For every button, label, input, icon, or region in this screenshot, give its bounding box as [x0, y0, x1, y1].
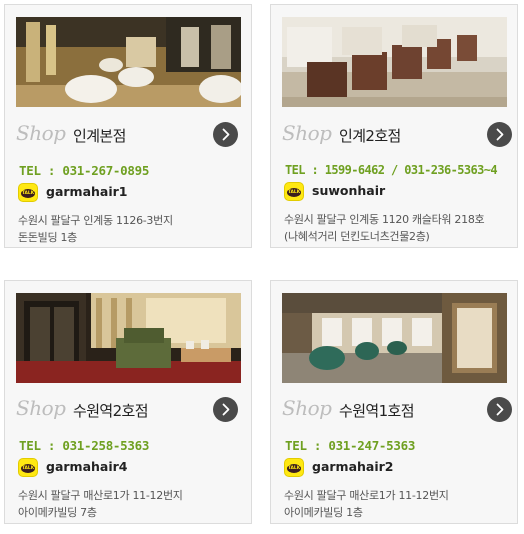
- store-photo: [16, 293, 241, 383]
- kakao-id: garmahair1: [46, 184, 128, 199]
- chevron-right-icon: [222, 128, 230, 141]
- chevron-right-icon: [496, 128, 504, 141]
- store-photo: [282, 293, 507, 383]
- chevron-right-icon: [496, 403, 504, 416]
- kakaotalk-icon: TALK: [284, 458, 304, 477]
- store-photo: [282, 17, 507, 107]
- store-info: Shop 인계2호점 TEL : 1599-6462 / 031-236-536…: [282, 115, 518, 245]
- kakaotalk-icon: TALK: [18, 183, 38, 202]
- store-name: 수원역1호점: [339, 402, 415, 420]
- kakao-row: TALK garmahair2: [282, 457, 518, 479]
- store-title-row: Shop 수원역1호점: [282, 390, 518, 424]
- store-detail-button[interactable]: [213, 122, 238, 147]
- store-address: 수원시 팔달구 인계동 1120 캐슬타워 218호 (나혜석거리 던킨도너츠건…: [282, 211, 518, 245]
- store-address: 수원시 팔달구 인계동 1126-3번지 돈돈빌딩 1층: [16, 212, 246, 246]
- kakaotalk-icon: TALK: [18, 458, 38, 477]
- kakao-badge-text: TALK: [287, 464, 301, 473]
- store-name: 수원역2호점: [73, 402, 149, 420]
- shop-label: Shop: [282, 121, 332, 145]
- address-line-2: 아이메카빌딩 7층: [18, 506, 97, 519]
- kakaotalk-icon: TALK: [284, 182, 304, 201]
- store-name: 인계2호점: [339, 127, 401, 145]
- store-name: 인계본점: [73, 127, 126, 145]
- store-info: Shop 수원역2호점 TEL : 031-258-5363 TALK garm…: [16, 390, 246, 521]
- shop-label: Shop: [16, 396, 66, 420]
- address-line-1: 수원시 팔달구 인계동 1120 캐슬타워 218호: [284, 213, 485, 226]
- store-tel: TEL : 031-247-5363: [285, 438, 416, 453]
- kakao-id: suwonhair: [312, 183, 386, 198]
- shop-label: Shop: [282, 396, 332, 420]
- address-line-1: 수원시 팔달구 매산로1가 11-12번지: [284, 489, 449, 502]
- kakao-badge-text: TALK: [287, 188, 301, 197]
- address-line-2: 아이메카빌딩 1층: [284, 506, 363, 519]
- kakao-row: TALK suwonhair: [282, 181, 518, 203]
- store-title-row: Shop 수원역2호점: [16, 390, 246, 424]
- store-photo: [16, 17, 241, 107]
- store-detail-button[interactable]: [487, 122, 512, 147]
- store-detail-button[interactable]: [487, 397, 512, 422]
- kakao-row: TALK garmahair4: [16, 457, 246, 479]
- kakao-id: garmahair4: [46, 459, 128, 474]
- store-title-row: Shop 인계2호점: [282, 115, 518, 149]
- store-tel: TEL : 031-267-0895: [19, 163, 150, 178]
- store-info: Shop 수원역1호점 TEL : 031-247-5363 TALK garm…: [282, 390, 518, 521]
- address-line-2: (나혜석거리 던킨도너츠건물2층): [284, 230, 430, 243]
- store-address: 수원시 팔달구 매산로1가 11-12번지 아이메카빌딩 1층: [282, 487, 518, 521]
- kakao-row: TALK garmahair1: [16, 182, 246, 204]
- store-address: 수원시 팔달구 매산로1가 11-12번지 아이메카빌딩 7층: [16, 487, 246, 521]
- kakao-badge-text: TALK: [21, 464, 35, 473]
- address-line-2: 돈돈빌딩 1층: [18, 231, 77, 244]
- store-tel: TEL : 1599-6462 / 031-236-5363~4: [285, 163, 498, 177]
- shop-label: Shop: [16, 121, 66, 145]
- store-detail-button[interactable]: [213, 397, 238, 422]
- kakao-id: garmahair2: [312, 459, 394, 474]
- store-info: Shop 인계본점 TEL : 031-267-0895 TALK garmah…: [16, 115, 246, 246]
- address-line-1: 수원시 팔달구 인계동 1126-3번지: [18, 214, 173, 227]
- chevron-right-icon: [222, 403, 230, 416]
- store-title-row: Shop 인계본점: [16, 115, 246, 149]
- kakao-badge-text: TALK: [21, 189, 35, 198]
- store-tel: TEL : 031-258-5363: [19, 438, 150, 453]
- address-line-1: 수원시 팔달구 매산로1가 11-12번지: [18, 489, 183, 502]
